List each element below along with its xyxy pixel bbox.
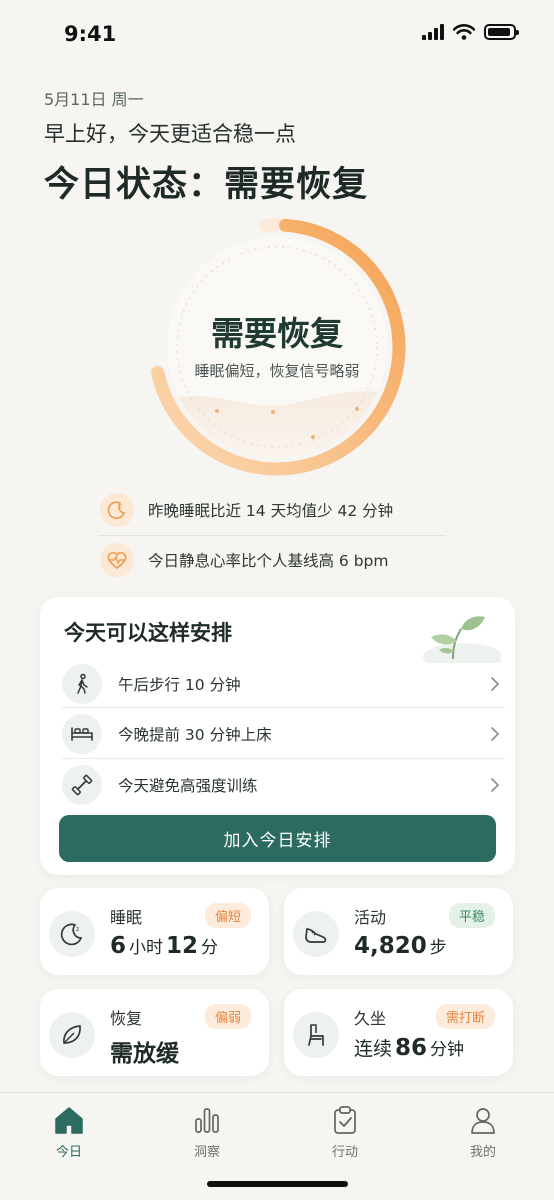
- status-time: 9:41: [64, 22, 117, 46]
- cellular-signal-icon: [422, 24, 444, 40]
- wifi-icon: [453, 24, 475, 40]
- status-badge: 偏短: [204, 903, 251, 928]
- walking-icon: [62, 663, 102, 704]
- tab-label: 今日: [55, 1145, 82, 1160]
- chevron-right-icon: [485, 724, 505, 744]
- insight-text: 昨晚睡眠比近 14 天均值少 42 分钟: [148, 502, 394, 520]
- metric-value-unit: 小时: [129, 938, 164, 958]
- status-badge: 需打断: [435, 1004, 495, 1029]
- tab-label: 我的: [469, 1145, 496, 1160]
- moon-icon: z: [100, 493, 134, 527]
- plan-item-avoid-training[interactable]: 今天避免高强度训练: [62, 759, 505, 810]
- ring-subtitle: 睡眠偏短，恢复信号略弱: [194, 362, 360, 380]
- metric-card-sedentary[interactable]: 久坐 需打断 连续 86 分钟: [284, 989, 513, 1076]
- home-icon: [55, 1107, 83, 1134]
- status-badge: 偏弱: [204, 1004, 251, 1029]
- date-label: 5月11日 周一: [44, 90, 144, 109]
- metric-label: 活动: [354, 908, 387, 927]
- bed-icon: [62, 713, 102, 754]
- sprout-illustration: [423, 616, 501, 663]
- metric-label: 久坐: [354, 1009, 387, 1028]
- battery-icon: [484, 24, 519, 40]
- clipboard-check-icon: [334, 1106, 356, 1134]
- plan-item-label: 今晚提前 30 分钟上床: [118, 725, 272, 744]
- greeting-text: 早上好，今天更适合稳一点: [44, 122, 296, 146]
- plan-item-label: 今天避免高强度训练: [118, 776, 258, 795]
- tab-label: 洞察: [193, 1145, 220, 1160]
- metric-label: 睡眠: [110, 908, 143, 927]
- ring-state-label: 需要恢复: [211, 314, 343, 353]
- metric-value: 需放缓: [110, 1034, 179, 1068]
- tab-today[interactable]: 今日: [29, 1105, 109, 1160]
- tab-label: 行动: [331, 1145, 358, 1160]
- tab-profile[interactable]: 我的: [443, 1105, 523, 1160]
- metric-value-text: 需放缓: [110, 1041, 179, 1067]
- insight-text: 今日静息心率比个人基线高 6 bpm: [148, 552, 389, 570]
- shoe-icon: [293, 911, 339, 957]
- status-icons: [422, 24, 519, 40]
- chevron-right-icon: [485, 674, 505, 694]
- metric-value-prefix: 连续: [354, 1038, 393, 1060]
- chair-icon: [293, 1012, 339, 1058]
- leaf-icon: [49, 1012, 95, 1058]
- recovery-ring: 需要恢复 睡眠偏短，恢复信号略弱: [145, 215, 409, 479]
- battery-level: [488, 28, 510, 36]
- metric-value: 连续 86 分钟: [354, 1034, 467, 1061]
- dumbbell-icon: [62, 764, 102, 805]
- status-badge: 平稳: [448, 903, 495, 928]
- plan-title: 今天可以这样安排: [64, 621, 232, 645]
- plan-item-label: 午后步行 10 分钟: [118, 675, 241, 694]
- status-bar: 9:41: [0, 0, 554, 64]
- moon-icon: z: [49, 911, 95, 957]
- svg-text:z: z: [119, 503, 122, 510]
- metric-card-activity[interactable]: 活动 平稳 4,820 步: [284, 888, 513, 975]
- metric-value: 4,820 步: [354, 933, 450, 959]
- plan-item-bedtime[interactable]: 今晚提前 30 分钟上床: [62, 708, 505, 759]
- metric-value-unit: 步: [429, 938, 447, 958]
- svg-text:z: z: [76, 926, 79, 933]
- metric-value-unit: 分: [201, 938, 219, 958]
- tab-insights[interactable]: 洞察: [167, 1105, 247, 1160]
- metric-value-number: 4,820: [354, 933, 427, 959]
- tab-actions[interactable]: 行动: [305, 1105, 385, 1160]
- metric-value-number: 6: [110, 933, 127, 959]
- metric-card-sleep[interactable]: z 睡眠 偏短 6 小时 12 分: [40, 888, 269, 975]
- metric-value: 6 小时 12 分: [110, 933, 221, 959]
- insight-sleep: z 昨晚睡眠比近 14 天均值少 42 分钟: [100, 493, 393, 527]
- metric-label: 恢复: [110, 1009, 143, 1028]
- metric-value-number: 12: [166, 933, 199, 959]
- divider: [98, 535, 446, 536]
- plan-card: 今天可以这样安排 午后步行 10 分钟 今晚提前 30 分钟上床 今天避免高强度…: [40, 597, 515, 875]
- page-title: 今日状态：需要恢复: [44, 165, 369, 205]
- plan-item-walk[interactable]: 午后步行 10 分钟: [62, 658, 505, 709]
- add-to-today-button[interactable]: 加入今日安排: [59, 815, 496, 862]
- user-icon: [471, 1108, 495, 1134]
- metric-card-recovery[interactable]: 恢复 偏弱 需放缓: [40, 989, 269, 1076]
- metric-value-number: 86: [395, 1035, 428, 1061]
- home-indicator: [207, 1181, 348, 1187]
- bar-chart-icon: [195, 1108, 219, 1133]
- heart-pulse-icon: [100, 543, 134, 577]
- insight-heart-rate: 今日静息心率比个人基线高 6 bpm: [100, 543, 389, 577]
- metric-value-unit: 分钟: [430, 1040, 465, 1060]
- chevron-right-icon: [485, 775, 505, 795]
